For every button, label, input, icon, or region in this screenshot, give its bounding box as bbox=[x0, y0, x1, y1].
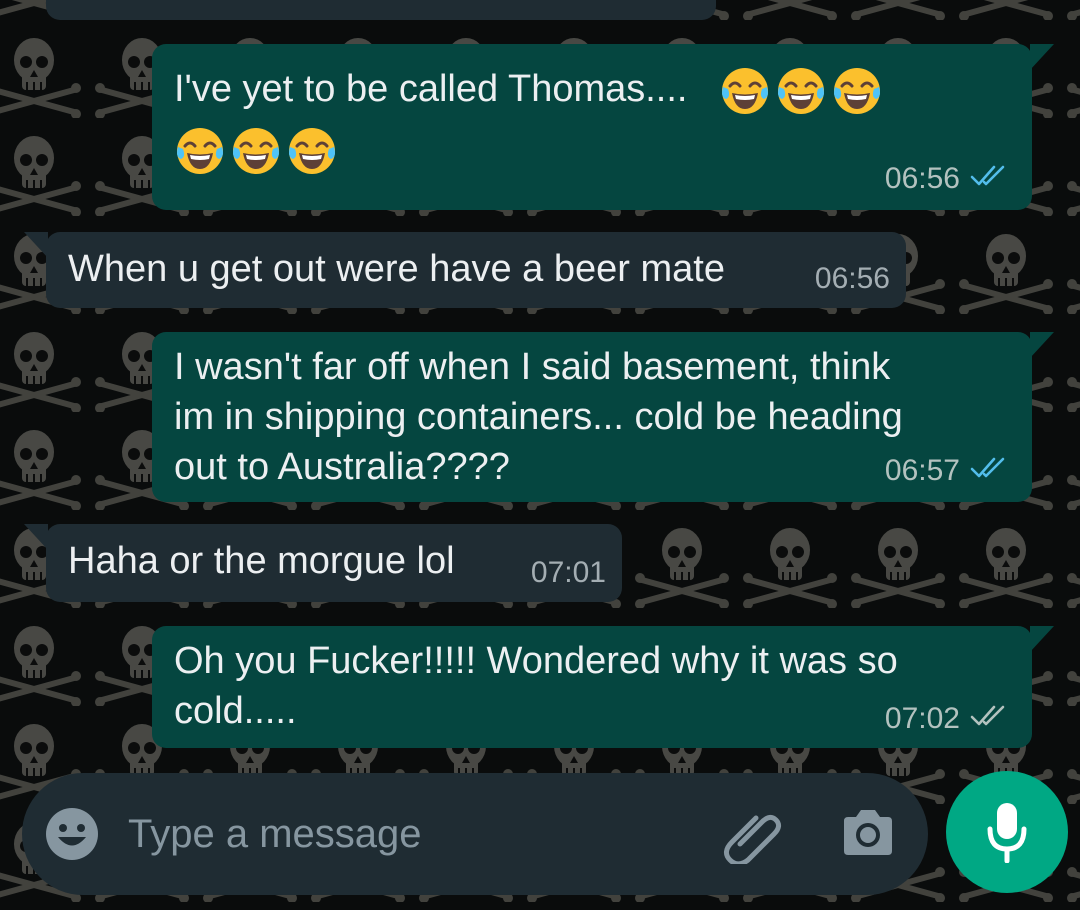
message-text: I've yet to be called Thomas.... bbox=[174, 64, 1010, 117]
message-meta: 06:56 bbox=[885, 162, 1010, 196]
bubble-tail bbox=[1030, 626, 1054, 652]
double-check-blue-icon bbox=[970, 162, 1010, 196]
message-bubble-incoming[interactable]: When u get out were have a beer mate 06:… bbox=[24, 232, 906, 308]
bubble-tail bbox=[24, 232, 48, 258]
double-check-blue-icon bbox=[970, 454, 1010, 488]
message-text: Haha or the morgue lol bbox=[68, 540, 455, 582]
message-bubble-outgoing[interactable]: I've yet to be called Thomas.... 06:56 bbox=[152, 44, 1054, 210]
message-time: 06:56 bbox=[814, 262, 890, 295]
tears-of-joy-emoji bbox=[719, 65, 771, 117]
smiley-icon[interactable] bbox=[44, 806, 100, 867]
double-check-grey-icon bbox=[970, 702, 1010, 736]
message-composer[interactable]: Type a message bbox=[22, 773, 928, 895]
emoji-group bbox=[719, 67, 887, 114]
message-time: 06:57 bbox=[884, 454, 960, 487]
message-text-line: I wasn't far off when I said basement, t… bbox=[174, 346, 891, 388]
previous-message-bubble bbox=[46, 0, 716, 20]
tears-of-joy-emoji bbox=[775, 65, 827, 117]
message-bubble-outgoing[interactable]: I wasn't far off when I said basement, t… bbox=[152, 332, 1054, 502]
message-meta: 06:56 bbox=[815, 262, 890, 296]
message-bubble-outgoing[interactable]: Oh you Fucker!!!!! Wondered why it was s… bbox=[152, 626, 1054, 748]
message-time: 06:56 bbox=[884, 162, 960, 195]
microphone-icon bbox=[987, 801, 1027, 868]
message-meta: 06:57 bbox=[885, 454, 1010, 488]
emoji-group bbox=[174, 124, 342, 177]
message-meta: 07:02 bbox=[885, 702, 1010, 736]
message-text-line: I've yet to be called Thomas.... bbox=[174, 68, 688, 110]
message-input[interactable]: Type a message bbox=[128, 809, 422, 859]
message-text-line: im in shipping containers... cold be hea… bbox=[174, 396, 903, 438]
bubble-tail bbox=[1030, 332, 1054, 358]
bubble-tail bbox=[24, 524, 48, 550]
message-text-line: Oh you Fucker!!!!! Wondered why it was s… bbox=[174, 640, 898, 682]
paperclip-icon[interactable] bbox=[720, 804, 784, 869]
message-meta: 07:01 bbox=[531, 556, 606, 590]
tears-of-joy-emoji bbox=[831, 65, 883, 117]
message-bubble-incoming[interactable]: Haha or the morgue lol 07:01 bbox=[24, 524, 622, 602]
bubble-tail bbox=[1030, 44, 1054, 70]
camera-icon[interactable] bbox=[840, 807, 896, 862]
message-time: 07:02 bbox=[884, 702, 960, 735]
message-time: 07:01 bbox=[530, 556, 606, 589]
voice-record-button[interactable] bbox=[946, 771, 1068, 893]
tears-of-joy-emoji bbox=[230, 125, 282, 177]
tears-of-joy-emoji bbox=[174, 125, 226, 177]
tears-of-joy-emoji bbox=[286, 125, 338, 177]
message-text: When u get out were have a beer mate bbox=[68, 248, 725, 290]
